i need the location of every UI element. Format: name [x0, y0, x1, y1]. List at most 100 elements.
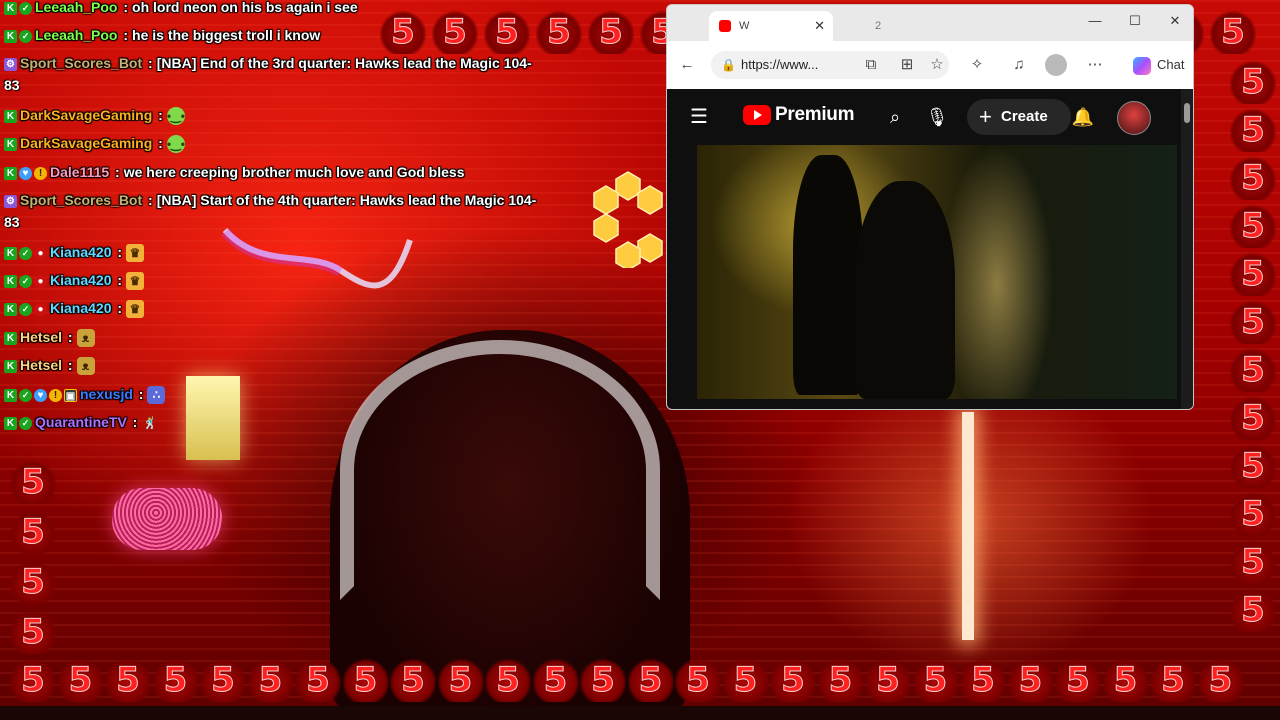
- chat-badges: K ♥!: [4, 166, 47, 180]
- five-emblem-icon: 5: [342, 658, 389, 702]
- five-emblem-icon: 5: [675, 658, 721, 702]
- chat-message: K ✓ ● Kiana420 : ♛: [4, 298, 145, 319]
- chat-separator: :: [119, 0, 129, 15]
- five-emblem-icon: 5: [1230, 156, 1276, 200]
- chat-badges: ⚙: [4, 57, 17, 71]
- heart-badge-icon: ♥: [34, 388, 47, 402]
- chat-message: K ✓ Leeaah_Poo : oh lord neon on his bs aga…: [4, 0, 358, 17]
- chat-button[interactable]: Chat: [1129, 53, 1191, 77]
- extensions-icon[interactable]: ⧉: [859, 53, 883, 77]
- chat-username[interactable]: Kiana420: [50, 300, 111, 316]
- back-arrow-icon[interactable]: ←: [675, 53, 699, 77]
- check-badge-icon: ✓: [19, 274, 32, 288]
- chat-username[interactable]: Kiana420: [50, 244, 111, 260]
- red-badge-icon: ●: [34, 302, 47, 316]
- youtube-player-area: [667, 145, 1193, 409]
- microphone-icon[interactable]: 🎙: [925, 105, 949, 129]
- five-emblem-icon: 5: [10, 460, 56, 504]
- create-label: Create: [1001, 108, 1048, 125]
- chat-separator: :: [128, 414, 138, 430]
- box-badge-icon: ▣: [64, 388, 77, 402]
- k-badge-icon: K: [4, 359, 17, 373]
- favorite-star-icon[interactable]: ☆: [925, 53, 949, 77]
- chat-separator: :: [119, 27, 129, 43]
- cat-emote-icon: ᴥ: [76, 329, 95, 348]
- k-badge-icon: K: [4, 166, 17, 180]
- apps-icon[interactable]: ⊞: [895, 53, 919, 77]
- chat-separator: :: [113, 272, 123, 288]
- youtube-play-icon: [743, 105, 771, 125]
- chat-badges: K: [4, 331, 17, 345]
- five-emblem-icon: 5: [1230, 252, 1276, 296]
- chat-username[interactable]: Kiana420: [50, 272, 111, 288]
- chat-username[interactable]: Leeaah_Poo: [35, 0, 117, 15]
- tab-youtube[interactable]: W ✕: [709, 11, 833, 41]
- chat-text: oh lord neon on his bs again i see: [132, 0, 358, 15]
- five-emblem-icon: 5: [1230, 300, 1276, 344]
- chat-text-continuation: 83: [4, 214, 20, 230]
- create-button[interactable]: + Create: [967, 99, 1071, 135]
- five-emblem-icon: 5: [380, 10, 426, 54]
- check-badge-icon: ✓: [19, 416, 32, 430]
- chat-username[interactable]: Sport_Scores_Bot: [20, 192, 142, 208]
- chat-message: K ✓ ♥! ▣ nexusjd : ∴: [4, 384, 166, 405]
- chat-username[interactable]: DarkSavageGaming: [20, 135, 152, 151]
- five-emblem-icon: 5: [1230, 204, 1276, 248]
- puzzle-icon[interactable]: ✧: [965, 53, 989, 77]
- music-icon[interactable]: ♫: [1007, 53, 1031, 77]
- minimize-icon[interactable]: —: [1075, 5, 1115, 37]
- copilot-icon: [1133, 56, 1151, 75]
- more-icon[interactable]: ⋯: [1083, 53, 1107, 77]
- chat-separator: :: [144, 192, 153, 208]
- chat-separator: :: [154, 107, 163, 123]
- tab-secondary[interactable]: 2: [845, 11, 965, 41]
- chat-username[interactable]: Leeaah_Poo: [35, 27, 117, 43]
- bottom-strip: [0, 706, 1280, 720]
- close-tab-icon[interactable]: ✕: [814, 11, 825, 41]
- chat-badges: ⚙: [4, 194, 17, 208]
- cat-emote-icon: ᴥ: [76, 357, 95, 376]
- tab-title: W: [739, 20, 750, 32]
- youtube-logo[interactable]: Premium: [743, 104, 855, 126]
- five-emblem-icon: 5: [627, 658, 674, 702]
- chat-username[interactable]: Hetsel: [20, 329, 62, 345]
- scrollbar-thumb[interactable]: [1184, 103, 1190, 123]
- avatar[interactable]: [1117, 101, 1151, 135]
- chat-username[interactable]: DarkSavageGaming: [20, 107, 152, 123]
- k-badge-icon: K: [4, 416, 17, 430]
- chat-message: K ✓ Leeaah_Poo : he is the biggest troll i …: [4, 25, 320, 45]
- search-icon[interactable]: ⌕: [883, 105, 907, 129]
- hamburger-menu-icon[interactable]: ☰: [687, 105, 711, 129]
- chat-message: ⚙ Sport_Scores_Bot : [NBA] Start of the 4t…: [4, 190, 536, 210]
- check-badge-icon: ✓: [19, 302, 32, 316]
- profile-icon[interactable]: [1045, 54, 1067, 76]
- chat-text: [NBA] Start of the 4th quarter: Hawks le…: [156, 192, 537, 208]
- five-emblem-icon: 5: [432, 10, 478, 54]
- five-emblem-icon: 5: [1102, 658, 1149, 702]
- five-emblem-icon: 5: [105, 658, 151, 702]
- close-window-icon[interactable]: ✕: [1155, 5, 1193, 37]
- k-badge-icon: K: [4, 1, 17, 15]
- bell-icon[interactable]: 🔔: [1071, 105, 1095, 129]
- chat-username[interactable]: nexusjd: [80, 386, 133, 402]
- hexagon-light-panel: [593, 171, 663, 268]
- chat-username[interactable]: Dale1115: [50, 164, 109, 180]
- chat-username[interactable]: Hetsel: [20, 357, 62, 373]
- scrollbar[interactable]: [1181, 89, 1193, 409]
- k-badge-icon: K: [4, 109, 17, 123]
- five-emblem-icon: 5: [200, 658, 246, 702]
- lock-icon: 🔒: [721, 58, 736, 72]
- five-emblem-icon: 5: [1230, 588, 1276, 632]
- bot-badge-icon: ⚙: [4, 194, 17, 208]
- k-badge-icon: K: [4, 137, 17, 151]
- five-emblem-icon: 5: [960, 658, 1006, 702]
- address-text: https://www...: [741, 57, 819, 72]
- five-emblem-icon: 5: [390, 658, 436, 702]
- chat-username[interactable]: QuarantineTV: [35, 414, 127, 430]
- chat-username[interactable]: Sport_Scores_Bot: [20, 55, 142, 71]
- chat-separator: :: [144, 55, 153, 71]
- chat-separator: :: [113, 244, 123, 260]
- five-emblem-icon: 5: [1230, 348, 1276, 392]
- video-player[interactable]: [697, 145, 1177, 399]
- maximize-icon[interactable]: ☐: [1115, 5, 1155, 37]
